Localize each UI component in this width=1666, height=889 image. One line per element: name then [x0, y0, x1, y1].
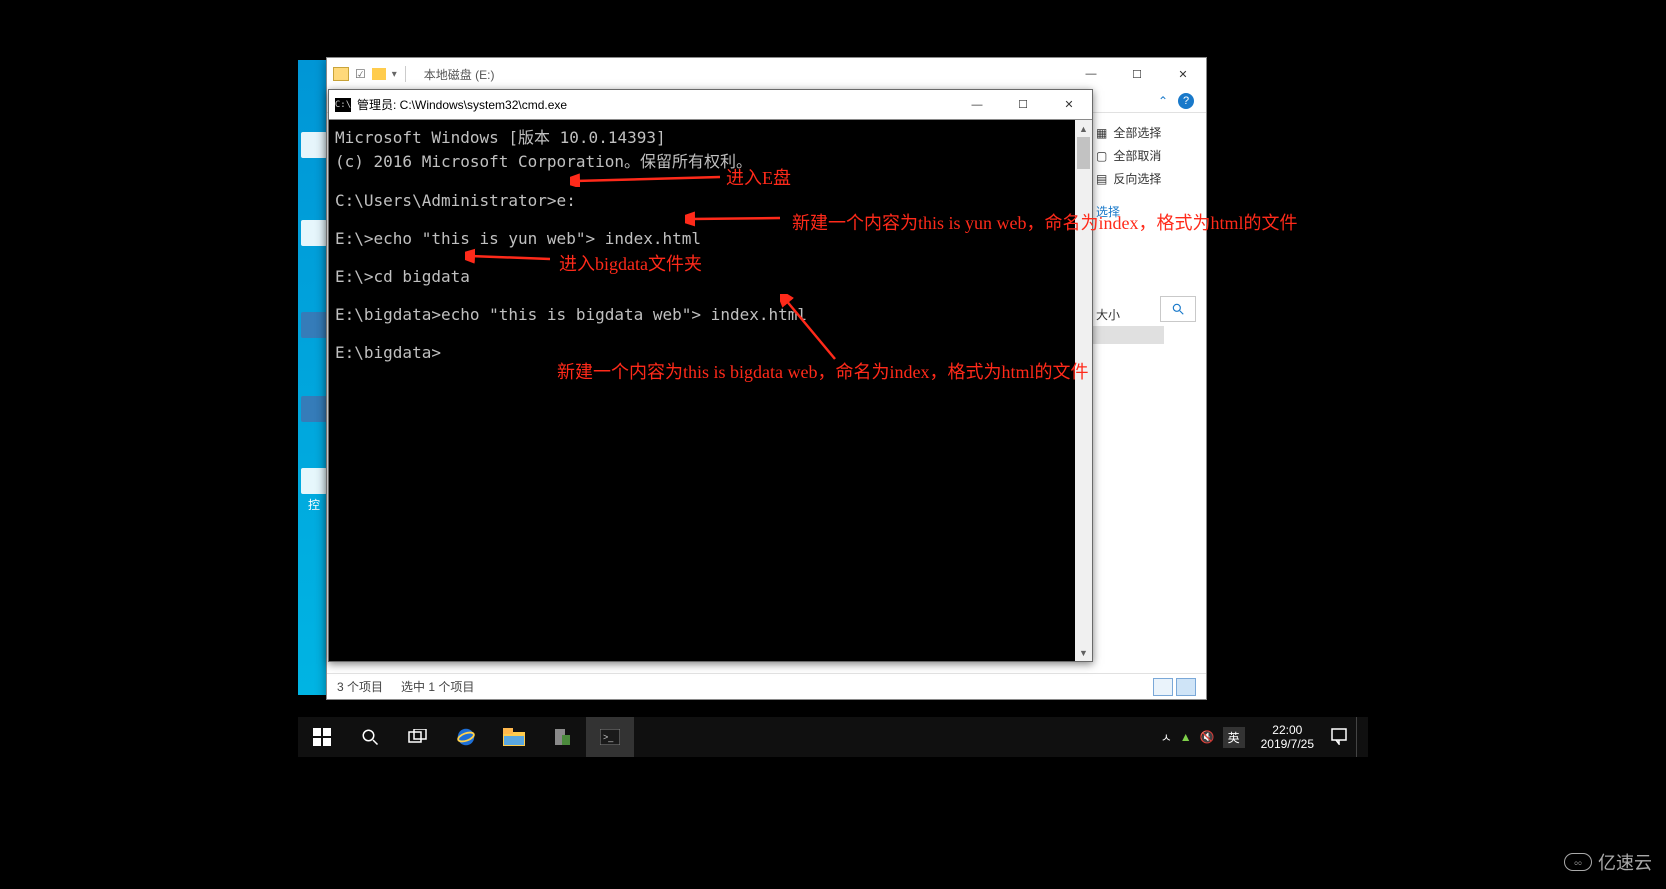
desktop-icon-label[interactable]: 控 — [300, 468, 328, 513]
scrollbar[interactable]: ▲ ▼ — [1075, 120, 1092, 661]
cmd-title-text: 管理员: C:\Windows\system32\cmd.exe — [357, 96, 567, 113]
action-center-button[interactable] — [1330, 727, 1348, 748]
help-icon[interactable]: ? — [1178, 93, 1194, 109]
window-title: 本地磁盘 (E:) — [424, 66, 495, 83]
ime-indicator[interactable]: 英 — [1223, 727, 1245, 748]
tray-security-icon[interactable]: ▲ — [1180, 730, 1192, 744]
desktop-icon[interactable] — [300, 220, 328, 248]
select-all-button[interactable]: ▦全部选择 — [1084, 121, 1206, 144]
desktop-icon[interactable] — [300, 396, 328, 424]
search-button[interactable] — [1160, 296, 1196, 322]
task-view-button[interactable] — [394, 717, 442, 757]
watermark-logo-icon: ೲ — [1564, 853, 1592, 871]
cmd-window: C:\ 管理员: C:\Windows\system32\cmd.exe — ☐… — [328, 89, 1093, 662]
scroll-thumb[interactable] — [1077, 137, 1090, 169]
deselect-all-button[interactable]: ▢全部取消 — [1084, 144, 1206, 167]
file-size-cell — [1084, 326, 1164, 344]
taskbar-ie-button[interactable] — [442, 717, 490, 757]
watermark-text: 亿速云 — [1598, 849, 1652, 875]
ribbon-expand-icon[interactable]: ⌃ — [1158, 94, 1168, 108]
folder-icon — [503, 728, 525, 746]
cmd-icon: C:\ — [335, 98, 351, 112]
taskbar-explorer-button[interactable] — [490, 717, 538, 757]
clock[interactable]: 22:00 2019/7/25 — [1253, 723, 1322, 751]
show-desktop-button[interactable] — [1356, 717, 1362, 757]
selected-count: 选中 1 个项目 — [401, 678, 474, 695]
item-count: 3 个项目 — [337, 678, 383, 695]
maximize-button[interactable]: ☐ — [1114, 58, 1160, 90]
qat-checkbox[interactable]: ☑ — [355, 67, 366, 81]
desktop-icon[interactable] — [300, 132, 328, 160]
close-button[interactable]: ✕ — [1046, 90, 1092, 120]
start-button[interactable] — [298, 717, 346, 757]
folder-icon — [333, 67, 349, 81]
cmd-icon: >_ — [600, 729, 620, 745]
notification-icon — [1330, 727, 1348, 745]
search-icon — [361, 728, 379, 746]
taskbar-server-manager-button[interactable] — [538, 717, 586, 757]
close-button[interactable]: ✕ — [1160, 58, 1206, 90]
system-tray: ㅅ ▲ 🔇 英 22:00 2019/7/25 — [1161, 717, 1368, 757]
status-bar: 3 个项目 选中 1 个项目 — [327, 673, 1206, 699]
watermark: ೲ 亿速云 — [1564, 849, 1652, 875]
ie-icon — [455, 726, 477, 748]
terminal-output[interactable]: Microsoft Windows [版本 10.0.14393] (c) 20… — [329, 120, 1075, 661]
qat-dropdown[interactable]: ▾ — [392, 69, 397, 80]
desktop-icon[interactable] — [300, 312, 328, 340]
minimize-button[interactable]: — — [954, 90, 1000, 120]
search-button[interactable] — [346, 717, 394, 757]
scroll-up-icon[interactable]: ▲ — [1075, 120, 1092, 137]
view-icons-button[interactable] — [1176, 678, 1196, 696]
tray-volume-icon[interactable]: 🔇 — [1200, 730, 1215, 744]
select-group-label: 选择 — [1084, 200, 1206, 223]
search-icon — [1171, 302, 1185, 316]
svg-text:>_: >_ — [603, 732, 614, 742]
invert-selection-button[interactable]: ▤反向选择 — [1084, 167, 1206, 190]
server-icon — [552, 727, 572, 747]
taskbar-cmd-button[interactable]: >_ — [586, 717, 634, 757]
clock-date: 2019/7/25 — [1261, 737, 1314, 751]
taskbar: >_ ㅅ ▲ 🔇 英 22:00 2019/7/25 — [298, 717, 1368, 757]
cmd-titlebar[interactable]: C:\ 管理员: C:\Windows\system32\cmd.exe — ☐… — [329, 90, 1092, 120]
windows-icon — [313, 728, 331, 746]
task-view-icon — [408, 729, 428, 745]
scroll-down-icon[interactable]: ▼ — [1075, 644, 1092, 661]
maximize-button[interactable]: ☐ — [1000, 90, 1046, 120]
view-details-button[interactable] — [1153, 678, 1173, 696]
tray-overflow-button[interactable]: ㅅ — [1161, 729, 1172, 746]
qat-folder-icon[interactable] — [372, 68, 386, 80]
explorer-titlebar[interactable]: ☑ ▾ 本地磁盘 (E:) — ☐ ✕ — [327, 58, 1206, 90]
clock-time: 22:00 — [1261, 723, 1314, 737]
minimize-button[interactable]: — — [1068, 58, 1114, 90]
